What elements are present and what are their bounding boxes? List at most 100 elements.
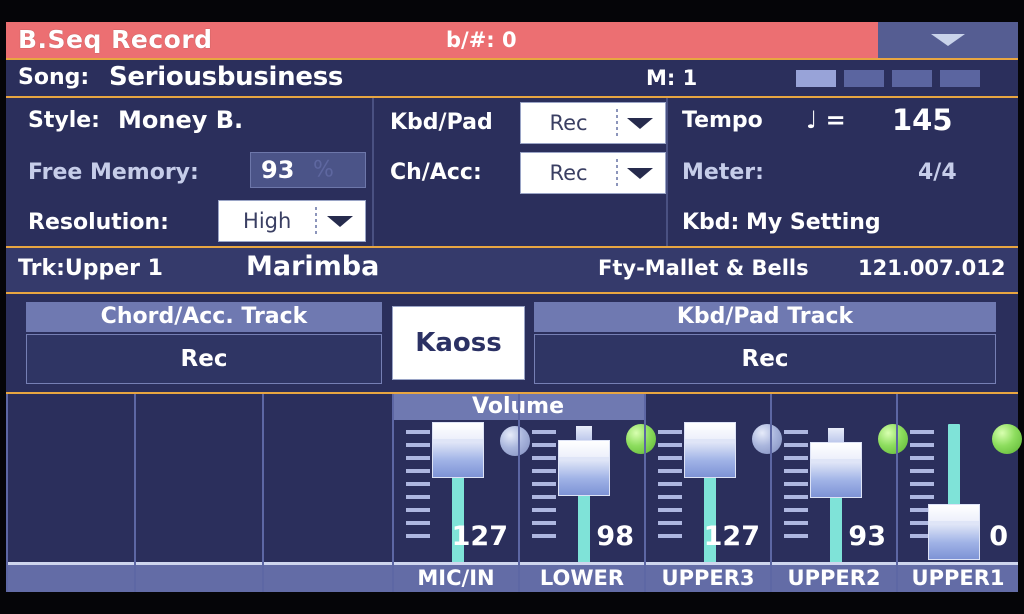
kbd-pad-label: Kbd/Pad <box>390 110 493 135</box>
fader-knob-notch <box>685 439 735 442</box>
chevron-down-icon <box>627 168 653 179</box>
kaoss-button[interactable]: Kaoss <box>392 306 525 380</box>
track-status-panel: Chord/Acc. Track Rec Kaoss Kbd/Pad Track… <box>6 294 1018 392</box>
chord-acc-track-panel: Chord/Acc. Track Rec <box>26 302 382 384</box>
kbd-pad-select[interactable]: Rec <box>520 102 666 144</box>
kbd-pad-track-panel: Kbd/Pad Track Rec <box>534 302 996 384</box>
beat-box-1 <box>796 70 836 87</box>
mixer-channel-name: UPPER3 <box>661 566 755 590</box>
page-menu-button[interactable] <box>878 22 1018 58</box>
mixer-channel-name: UPPER2 <box>787 566 881 590</box>
fader-knob-notch <box>811 459 861 462</box>
kbd-pad-track-header: Kbd/Pad Track <box>534 302 996 332</box>
track-label[interactable]: Trk:Upper 1 <box>18 256 163 281</box>
fader-scale <box>406 430 430 556</box>
mixer-channel-name: UPPER1 <box>911 566 1005 590</box>
chord-acc-track-status[interactable]: Rec <box>26 334 382 384</box>
mixer-channel-upper3[interactable]: 127 UPPER3 <box>644 394 782 592</box>
chevron-down-icon <box>327 216 353 227</box>
free-memory-field: 93 % <box>250 152 366 188</box>
mixer-channel-name: LOWER <box>539 566 625 590</box>
fader-knob[interactable] <box>432 422 484 478</box>
song-bar: Song: Seriousbusiness M: 1 <box>6 60 1018 96</box>
measure-indicator: M: 1 <box>646 66 698 90</box>
settings-panel: Style: Money B. Free Memory: 93 % Resolu… <box>6 98 1018 246</box>
resolution-label: Resolution: <box>28 210 169 235</box>
free-memory-value: 93 <box>261 156 295 184</box>
mixer-channel-value: 127 <box>451 521 508 552</box>
fader-knob-notch <box>433 439 483 442</box>
mixer-channel-empty-2[interactable] <box>134 394 262 592</box>
fader-knob-notch <box>559 457 609 460</box>
mixer-channel-value: 0 <box>989 521 1008 552</box>
combo-separator <box>616 159 619 187</box>
beat-indicator <box>796 70 982 87</box>
channel-led[interactable] <box>992 424 1022 454</box>
kbd-pad-track-header-label: Kbd/Pad Track <box>676 304 854 329</box>
fader-knob-notch <box>929 521 979 524</box>
combo-separator <box>315 207 318 235</box>
mixer-channel-footer <box>136 562 262 592</box>
kbd-label: Kbd: <box>682 210 740 235</box>
fader-scale <box>784 430 808 556</box>
mixer-channel-footer: UPPER2 <box>772 562 896 592</box>
ch-acc-value: Rec <box>549 161 588 185</box>
column-divider-1 <box>372 98 374 246</box>
mixer-channel-footer: MIC/IN <box>394 562 518 592</box>
chevron-down-icon <box>931 34 965 46</box>
chord-acc-track-value: Rec <box>180 346 228 372</box>
ch-acc-label: Ch/Acc: <box>390 160 482 185</box>
chord-acc-track-header: Chord/Acc. Track <box>26 302 382 332</box>
combo-separator <box>616 109 619 137</box>
mixer-channel-value: 93 <box>848 521 886 552</box>
fader-scale <box>532 430 556 556</box>
song-name[interactable]: Seriousbusiness <box>109 62 343 92</box>
sound-name[interactable]: Marimba <box>246 251 379 282</box>
fader-scale <box>658 430 682 556</box>
tempo-note-icon: ♩ = <box>806 106 846 134</box>
style-label: Style: <box>28 108 100 133</box>
style-value[interactable]: Money B. <box>118 106 243 134</box>
tempo-label: Tempo <box>682 108 763 133</box>
resolution-select[interactable]: High <box>218 200 366 242</box>
column-divider-2 <box>666 98 668 246</box>
transpose-indicator: b/#: 0 <box>446 28 517 52</box>
mixer-channel-footer <box>264 562 392 592</box>
ch-acc-select[interactable]: Rec <box>520 152 666 194</box>
fader-knob[interactable] <box>684 422 736 478</box>
mixer-channel-mic-in[interactable]: 127 MIC/IN <box>392 394 530 592</box>
bank-name: Fty-Mallet & Bells <box>598 256 809 280</box>
mixer-channel-upper2[interactable]: 93 UPPER2 <box>770 394 908 592</box>
mixer-channel-footer <box>8 562 134 592</box>
chevron-down-icon <box>627 118 653 129</box>
kbd-pad-track-status[interactable]: Rec <box>534 334 996 384</box>
track-info-row: Trk:Upper 1 Marimba Fty-Mallet & Bells 1… <box>6 248 1018 292</box>
fader-knob[interactable] <box>558 440 610 496</box>
mixer-panel: Volume 127 MIC/IN 98 LOWER 127 UPPER3 93… <box>6 394 1022 592</box>
beat-box-2 <box>844 70 884 87</box>
program-number: 121.007.012 <box>858 256 1006 280</box>
mixer-channel-lower[interactable]: 98 LOWER <box>518 394 656 592</box>
kbd-pad-track-value: Rec <box>741 346 789 372</box>
mixer-channel-name: MIC/IN <box>417 566 495 590</box>
kaoss-button-label: Kaoss <box>415 328 502 358</box>
fader-track <box>578 484 590 566</box>
meter-value: 4/4 <box>918 160 957 185</box>
mixer-channel-footer: UPPER3 <box>646 562 770 592</box>
tempo-value[interactable]: 145 <box>892 103 953 137</box>
mixer-channel-footer: LOWER <box>520 562 644 592</box>
mixer-channel-upper1[interactable]: 0 UPPER1 <box>896 394 1022 592</box>
meter-label: Meter: <box>682 160 764 185</box>
mixer-channel-footer: UPPER1 <box>898 562 1018 592</box>
mixer-channel-empty-1[interactable] <box>6 394 134 592</box>
kbd-value[interactable]: My Setting <box>746 210 881 235</box>
mixer-channel-empty-3[interactable] <box>262 394 392 592</box>
free-memory-unit: % <box>313 157 334 183</box>
device-screen: B.Seq Record b/#: 0 Song: Seriousbusines… <box>0 0 1024 614</box>
lcd-panel: B.Seq Record b/#: 0 Song: Seriousbusines… <box>6 22 1022 592</box>
fader-knob[interactable] <box>810 442 862 498</box>
free-memory-label: Free Memory: <box>28 160 199 185</box>
fader-knob[interactable] <box>928 504 980 560</box>
song-label: Song: <box>18 65 90 90</box>
kbd-pad-value: Rec <box>549 111 588 135</box>
